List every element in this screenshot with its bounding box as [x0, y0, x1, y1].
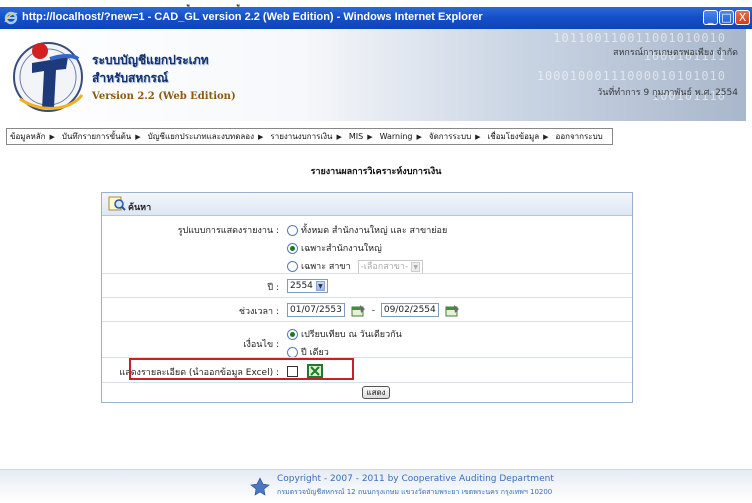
- search-icon: [108, 196, 126, 211]
- header-banner: 101100110011001010010 1000101111 1000100…: [6, 29, 746, 121]
- menu-item-warning[interactable]: Warning ▶: [377, 129, 426, 144]
- org-title-line2: สำหรับสหกรณ์: [92, 71, 169, 85]
- row-divider: [102, 382, 632, 383]
- cropped-top-strip: ูู: [0, 0, 752, 7]
- menu-item-label: รายงานงบการเงิน: [270, 132, 333, 141]
- radio-all[interactable]: [287, 225, 298, 236]
- period-label: ช่วงเวลา :: [238, 307, 279, 317]
- footer: Copyright - 2007 - 2011 by Cooperative A…: [0, 469, 752, 503]
- menu-item-label: บัญชีแยกประเภทและงบทดลอง: [147, 132, 255, 141]
- coop-name: สหกรณ์การเกษตรพอเพียง จำกัด: [612, 48, 738, 58]
- version-label: Version 2.2 (Web Edition): [92, 91, 236, 102]
- date-to-input[interactable]: 09/02/2554: [380, 303, 439, 317]
- date-from-input[interactable]: 01/07/2553: [287, 303, 345, 317]
- row-divider: [102, 273, 632, 274]
- work-date: วันที่ทำการ 9 กุมภาพันธ์ พ.ศ. 2554: [597, 88, 738, 98]
- radio-branch-label: เฉพาะ สาขา: [301, 262, 351, 272]
- search-panel-header: ค้นหา: [102, 193, 632, 216]
- radio-option-compare[interactable]: เปรียบเทียบ ณ วันเดียวกัน: [287, 327, 402, 341]
- menu-arrow-icon: ▶: [258, 133, 264, 141]
- show-report-button[interactable]: แสดง: [362, 386, 390, 399]
- radio-all-label: ทั้งหมด สำนักงานใหญ่ และ สาขาย่อย: [301, 226, 448, 236]
- department-seal-icon: [250, 477, 270, 496]
- search-panel-title: ค้นหา: [128, 203, 152, 213]
- radio-compare-label: เปรียบเทียบ ณ วันเดียวกัน: [301, 330, 402, 340]
- menu-item-general-ledger[interactable]: บัญชีแยกประเภทและงบทดลอง ▶: [145, 129, 268, 144]
- menu-item-initial-entry[interactable]: บันทึกรายการขั้นต้น ▶: [59, 129, 145, 144]
- it-logo-icon: [13, 42, 84, 112]
- radio-option-hq[interactable]: เฉพาะสำนักงานใหญ่: [287, 241, 382, 255]
- year-select-value: 2554: [290, 281, 313, 291]
- branch-select-value: -เลือกสาขา-: [360, 261, 409, 272]
- menu-item-label: MIS: [348, 132, 364, 141]
- menu-item-mis[interactable]: MIS ▶: [346, 129, 377, 144]
- window-title-bar: http://localhost/?new=1 - CAD_GL version…: [0, 7, 752, 29]
- radio-compare[interactable]: [287, 329, 298, 340]
- address-text: กรมตรวจบัญชีสหกรณ์ 12 ถนนกรุงเกษม แขวงวั…: [277, 488, 553, 496]
- condition-label: เงื่อนไข :: [243, 340, 279, 350]
- binary-decoration: 10001000111000010101010: [536, 69, 726, 83]
- menu-arrow-icon: ▶: [49, 133, 55, 141]
- menu-item-label: Warning: [379, 132, 413, 141]
- period-controls: 01/07/2553 - 09/02/2554: [287, 303, 463, 317]
- radio-option-branch[interactable]: เฉพาะ สาขา -เลือกสาขา- ▼: [287, 259, 424, 274]
- menu-item-label: ออกจากระบบ: [555, 132, 603, 141]
- menu-arrow-icon: ▶: [135, 133, 141, 141]
- year-label: ปี :: [267, 283, 279, 293]
- maximize-button[interactable]: □: [719, 10, 734, 25]
- menu-arrow-icon: ▶: [336, 133, 342, 141]
- internet-explorer-icon: [4, 11, 18, 25]
- radio-hq[interactable]: [287, 243, 298, 254]
- year-select-wrap: 2554 ▼: [287, 279, 328, 293]
- radio-branch[interactable]: [287, 261, 298, 272]
- chevron-down-icon: ▼: [315, 281, 325, 291]
- year-select[interactable]: 2554 ▼: [287, 279, 328, 293]
- calendar-icon[interactable]: [351, 304, 366, 317]
- menu-item-label: ข้อมูลหลัก: [10, 132, 46, 141]
- menu-arrow-icon: ▶: [543, 133, 549, 141]
- calendar-icon[interactable]: [445, 304, 460, 317]
- detail-highlight-box: [129, 358, 354, 380]
- main-menu: ข้อมูลหลัก ▶ บันทึกรายการขั้นต้น ▶ บัญชีแยกป…: [6, 128, 613, 145]
- menu-item-master-data[interactable]: ข้อมูลหลัก ▶: [7, 129, 59, 144]
- org-title-line1: ระบบบัญชีแยกประเภท: [92, 53, 209, 67]
- menu-arrow-icon: ▶: [475, 133, 481, 141]
- window-title: http://localhost/?new=1 - CAD_GL version…: [22, 11, 483, 23]
- row-divider: [102, 297, 632, 298]
- menu-item-label: บันทึกรายการขั้นต้น: [61, 132, 132, 141]
- date-separator: -: [371, 305, 375, 316]
- menu-item-label: จัดการระบบ: [428, 132, 472, 141]
- menu-arrow-icon: ▶: [416, 133, 422, 141]
- radio-option-all[interactable]: ทั้งหมด สำนักงานใหญ่ และ สาขาย่อย: [287, 223, 447, 237]
- page-title: รายงานผลการวิเคราะห์งบการเงิน: [310, 167, 442, 177]
- menu-arrow-icon: ▶: [367, 133, 373, 141]
- minimize-button[interactable]: _: [703, 10, 718, 25]
- copyright-text: Copyright - 2007 - 2011 by Cooperative A…: [277, 474, 554, 484]
- radio-hq-label: เฉพาะสำนักงานใหญ่: [301, 244, 382, 254]
- binary-decoration: 101100110011001010010: [553, 31, 726, 45]
- close-button[interactable]: X: [735, 10, 750, 25]
- menu-item-data-link[interactable]: เชื่อมโยงข้อมูล ▶: [485, 129, 553, 144]
- menu-item-system-admin[interactable]: จัดการระบบ ▶: [426, 129, 485, 144]
- menu-item-financial-reports[interactable]: รายงานงบการเงิน ▶: [267, 129, 345, 144]
- row-divider: [102, 321, 632, 322]
- branch-select[interactable]: -เลือกสาขา- ▼: [357, 259, 424, 274]
- chevron-down-icon: ▼: [411, 261, 421, 272]
- menu-item-logout[interactable]: ออกจากระบบ: [553, 129, 603, 144]
- display-format-label: รูปแบบการแสดงรายงาน :: [177, 226, 279, 236]
- menu-item-label: เชื่อมโยงข้อมูล: [487, 132, 540, 141]
